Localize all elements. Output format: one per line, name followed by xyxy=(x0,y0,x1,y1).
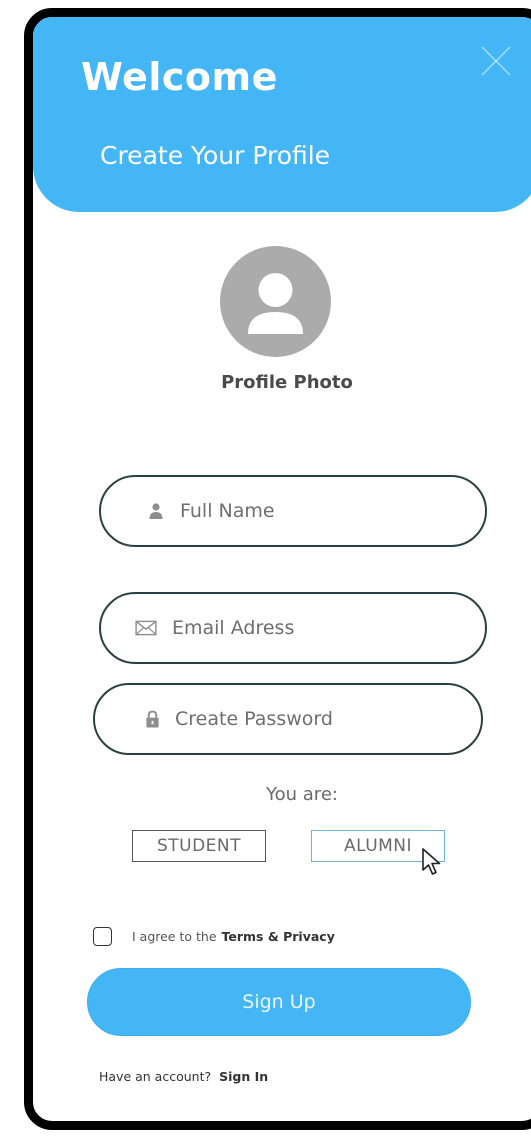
profile-photo-label: Profile Photo xyxy=(221,372,353,393)
user-avatar-icon xyxy=(248,273,303,334)
page-subtitle: Create Your Profile xyxy=(100,141,331,170)
password-placeholder: Create Password xyxy=(175,708,333,730)
terms-row: I agree to the Terms & Privacy xyxy=(93,927,335,946)
role-prompt: You are: xyxy=(266,784,338,805)
sign-in-link[interactable]: Sign In xyxy=(219,1069,268,1084)
full-name-placeholder: Full Name xyxy=(180,500,275,522)
full-name-field[interactable]: Full Name xyxy=(99,475,487,547)
email-field[interactable]: Email Adress xyxy=(99,592,487,664)
screen: Welcome Create Your Profile Profile Phot… xyxy=(0,0,531,1137)
sign-in-row: Have an account? Sign In xyxy=(99,1069,268,1084)
terms-checkbox[interactable] xyxy=(93,927,112,946)
password-field[interactable]: Create Password xyxy=(93,683,483,755)
phone-frame: Welcome Create Your Profile Profile Phot… xyxy=(24,8,531,1130)
page-title: Welcome xyxy=(81,55,278,99)
terms-link[interactable]: Terms & Privacy xyxy=(222,929,335,944)
role-student-button[interactable]: STUDENT xyxy=(132,830,266,862)
mouse-cursor-icon xyxy=(422,848,441,875)
sign-up-button[interactable]: Sign Up xyxy=(87,968,471,1036)
lock-icon xyxy=(146,710,159,727)
close-button[interactable] xyxy=(478,43,514,79)
close-icon xyxy=(481,46,511,76)
terms-text: I agree to the xyxy=(132,929,217,944)
user-icon xyxy=(149,503,163,519)
email-placeholder: Email Adress xyxy=(172,617,295,639)
profile-photo-button[interactable] xyxy=(220,246,331,357)
envelope-icon xyxy=(135,620,157,636)
header-banner: Welcome Create Your Profile xyxy=(33,17,531,212)
have-account-text: Have an account? xyxy=(99,1069,212,1084)
